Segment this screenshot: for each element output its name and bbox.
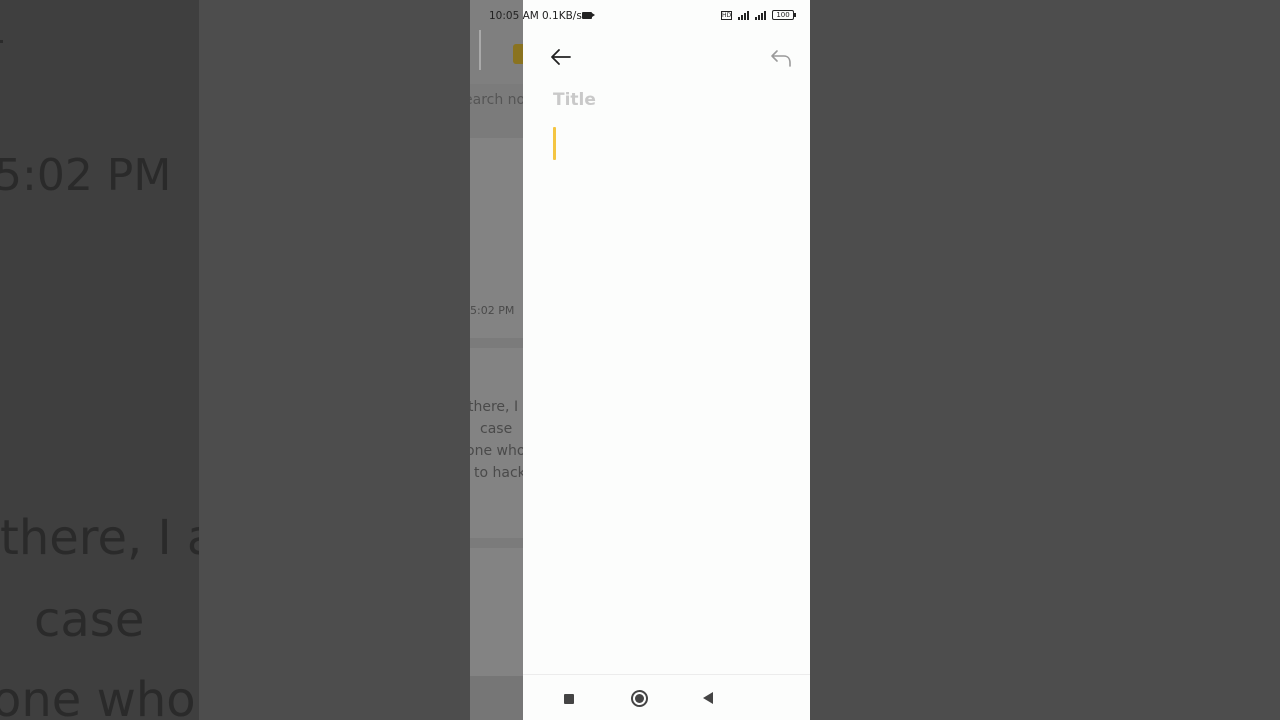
- underlying-navbar: [470, 676, 523, 720]
- underlying-snippet-line: to hack: [474, 465, 523, 481]
- title-input[interactable]: Title: [553, 90, 783, 114]
- background-dot: [0, 40, 3, 43]
- status-net-speed: 0.1KB/s: [542, 10, 582, 22]
- underlying-search-text: earch no: [470, 92, 523, 108]
- underlying-snippet-line: case: [480, 421, 513, 437]
- underlying-folder-chip: [513, 44, 523, 64]
- note-editor: 10:05 AM 0.1KB/s HD 100 Title: [489, 0, 810, 720]
- square-recents-icon[interactable]: [564, 694, 574, 704]
- background-zoom-line-3: one who: [0, 672, 196, 720]
- arrow-left-icon: [551, 49, 571, 65]
- back-button[interactable]: [549, 46, 573, 68]
- background-zoom-line-2: case: [34, 592, 145, 648]
- underlying-snippet-line: there, I a: [470, 399, 523, 415]
- circle-home-icon[interactable]: [631, 690, 648, 707]
- underlying-divider: [479, 30, 481, 70]
- background-zoom-line-1: there, I a: [0, 510, 199, 566]
- battery-icon: 100: [772, 10, 796, 20]
- underlying-note-time: 5:02 PM: [470, 304, 515, 317]
- status-bar: 10:05 AM 0.1KB/s HD 100: [470, 0, 810, 32]
- status-icons: HD 100: [721, 10, 796, 20]
- underlying-notes-list: earch no 5:02 PM there, I a case one who…: [470, 0, 523, 720]
- triangle-back-icon[interactable]: [703, 692, 713, 704]
- background-right-panel: [810, 0, 1280, 720]
- signal-icon: [755, 10, 766, 20]
- system-nav-bar: [523, 674, 810, 720]
- signal-4g-icon: [738, 10, 749, 20]
- undo-icon: [771, 50, 791, 67]
- underlying-note-card: [470, 548, 523, 678]
- status-time: 10:05 AM: [489, 10, 539, 22]
- screen-record-icon: [582, 12, 595, 19]
- underlying-snippet-line: one who: [470, 443, 523, 459]
- note-body-input[interactable]: [553, 125, 793, 655]
- background-zoom-time: 5:02 PM: [0, 150, 172, 201]
- text-cursor: [553, 127, 556, 160]
- screen: 5:02 PM there, I a case one who earch no…: [0, 0, 1280, 720]
- undo-button[interactable]: [769, 47, 793, 69]
- hd-icon: HD: [721, 10, 732, 20]
- background-zoom-panel: 5:02 PM there, I a case one who: [0, 0, 199, 720]
